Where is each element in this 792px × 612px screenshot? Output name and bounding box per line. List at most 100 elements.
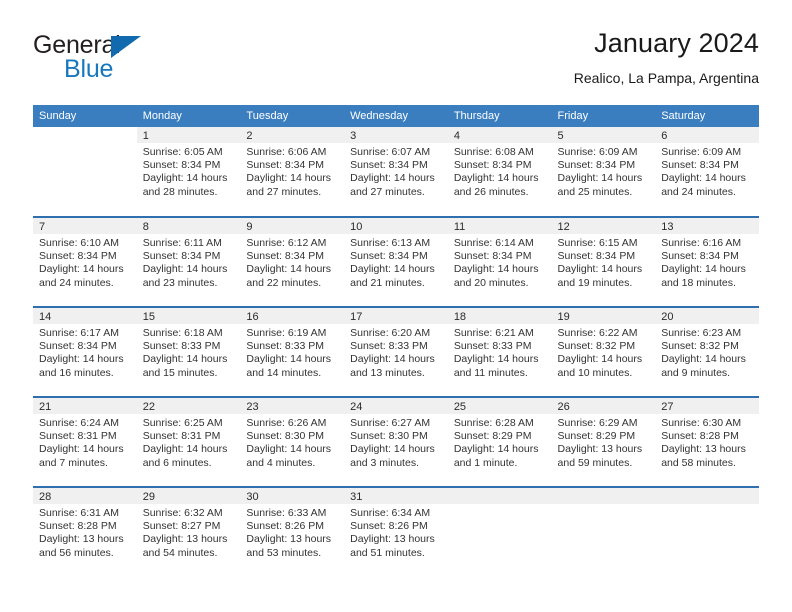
sunset-text: Sunset: 8:34 PM [453,250,532,263]
calendar-day-cell[interactable]: 8 Sunrise: 6:11 AM Sunset: 8:34 PM Daylight… [136,216,241,307]
calendar-day-cell[interactable]: 13 Sunrise: 6:16 AM Sunset: 8:34 PM Dayligh… [655,216,759,307]
daylight-text-line2: and 24 minutes. [661,185,736,198]
day-details: Sunrise: 6:31 AM Sunset: 8:28 PM Daylight:… [33,504,137,560]
calendar-day-cell[interactable]: 11 Sunrise: 6:14 AM Sunset: 8:34 PM Dayligh… [447,216,552,307]
day-number: 3 [344,127,448,143]
day-number: 26 [551,398,656,414]
brand-logo[interactable]: General Blue [33,32,263,92]
calendar-day-cell[interactable]: 24 Sunrise: 6:27 AM Sunset: 8:30 PM Dayligh… [344,396,448,487]
calendar-day-cell[interactable]: 10 Sunrise: 6:13 AM Sunset: 8:34 PM Dayligh… [344,216,448,307]
sunset-text: Sunset: 8:30 PM [246,430,325,443]
calendar-day-cell[interactable]: 2 Sunrise: 6:06 AM Sunset: 8:34 PM Daylight… [240,127,345,217]
sunrise-text: Sunrise: 6:22 AM [557,327,638,339]
daylight-text-line2: and 19 minutes. [557,276,633,289]
day-details: Sunrise: 6:20 AM Sunset: 8:33 PM Daylight:… [344,324,448,380]
sunset-text: Sunset: 8:33 PM [350,340,428,353]
calendar-day-cell[interactable]: 14 Sunrise: 6:17 AM Sunset: 8:34 PM Dayligh… [33,306,137,397]
calendar-day-cell[interactable]: 28 Sunrise: 6:31 AM Sunset: 8:28 PM Dayligh… [33,486,137,577]
calendar-day-cell[interactable]: 23 Sunrise: 6:26 AM Sunset: 8:30 PM Dayligh… [240,396,345,487]
daylight-text-line2: and 20 minutes. [453,276,529,289]
sunset-text: Sunset: 8:31 PM [39,430,117,443]
daylight-text-line1: Daylight: 14 hours [350,172,435,185]
triangle-icon [111,36,141,58]
day-details: Sunrise: 6:23 AM Sunset: 8:32 PM Daylight:… [655,324,759,380]
sunrise-text: Sunrise: 6:17 AM [39,327,119,339]
calendar-day-cell[interactable]: 3 Sunrise: 6:07 AM Sunset: 8:34 PM Daylight… [344,127,448,217]
daylight-text-line1: Daylight: 14 hours [661,353,746,366]
calendar-day-cell[interactable]: 9 Sunrise: 6:12 AM Sunset: 8:34 PM Daylight… [240,216,345,307]
sunset-text: Sunset: 8:27 PM [142,520,221,533]
sunset-text: Sunset: 8:33 PM [142,340,221,353]
sunset-text: Sunset: 8:33 PM [246,340,325,353]
daylight-text-line2: and 18 minutes. [661,276,736,289]
daylight-text-line1: Daylight: 14 hours [557,353,643,366]
calendar-day-cell[interactable]: 6 Sunrise: 6:09 AM Sunset: 8:34 PM Daylight… [655,127,759,217]
calendar-day-cell[interactable]: 29 Sunrise: 6:32 AM Sunset: 8:27 PM Dayligh… [136,486,241,577]
daylight-text-line1: Daylight: 14 hours [246,263,332,276]
daylight-text-line1: Daylight: 14 hours [246,353,332,366]
sunrise-text: Sunrise: 6:18 AM [142,327,223,339]
day-number: 15 [136,308,241,324]
day-number: 20 [655,308,759,324]
calendar-day-cell[interactable]: 30 Sunrise: 6:33 AM Sunset: 8:26 PM Dayligh… [240,486,345,577]
calendar-week-row: 1 Sunrise: 6:05 AM Sunset: 8:34 PM Daylight… [33,127,759,217]
day-number: 14 [33,308,137,324]
sunset-text: Sunset: 8:34 PM [350,250,428,263]
daylight-text-line1: Daylight: 14 hours [246,443,332,456]
calendar-day-cell[interactable]: 17 Sunrise: 6:20 AM Sunset: 8:33 PM Dayligh… [344,306,448,397]
sunset-text: Sunset: 8:34 PM [350,159,428,172]
day-number: 19 [551,308,656,324]
sunset-text: Sunset: 8:34 PM [142,250,221,263]
day-number: 29 [136,488,241,504]
day-number: 8 [136,218,241,234]
daylight-text-line2: and 58 minutes. [661,456,736,469]
day-details: Sunrise: 6:29 AM Sunset: 8:29 PM Daylight:… [552,414,656,470]
weekday-header-sunday: Sunday [33,105,137,127]
day-details: Sunrise: 6:14 AM Sunset: 8:34 PM Daylight:… [448,234,552,290]
daylight-text-line2: and 24 minutes. [39,276,114,289]
daylight-text-line2: and 7 minutes. [39,456,108,469]
day-details: Sunrise: 6:09 AM Sunset: 8:34 PM Daylight:… [655,143,759,199]
calendar-day-cell[interactable]: 18 Sunrise: 6:21 AM Sunset: 8:33 PM Dayligh… [447,306,552,397]
calendar-day-cell[interactable]: 4 Sunrise: 6:08 AM Sunset: 8:34 PM Daylight… [447,127,552,217]
calendar-day-cell[interactable]: 19 Sunrise: 6:22 AM Sunset: 8:32 PM Dayligh… [551,306,656,397]
calendar-day-cell[interactable]: 20 Sunrise: 6:23 AM Sunset: 8:32 PM Dayligh… [655,306,759,397]
brand-name-bottom: Blue [64,55,114,83]
sunrise-text: Sunrise: 6:19 AM [246,327,327,339]
daylight-text-line1: Daylight: 14 hours [39,443,124,456]
sunset-text: Sunset: 8:29 PM [453,430,532,443]
calendar-day-cell[interactable]: 26 Sunrise: 6:29 AM Sunset: 8:29 PM Dayligh… [551,396,656,487]
daylight-text-line2: and 9 minutes. [661,366,731,379]
day-number: 30 [240,488,345,504]
calendar-day-cell[interactable]: 15 Sunrise: 6:18 AM Sunset: 8:33 PM Dayligh… [136,306,241,397]
calendar-day-cell[interactable]: 7 Sunrise: 6:10 AM Sunset: 8:34 PM Daylight… [33,216,137,307]
day-details: Sunrise: 6:16 AM Sunset: 8:34 PM Daylight:… [655,234,759,290]
day-number: 9 [240,218,345,234]
sunset-text: Sunset: 8:30 PM [350,430,428,443]
calendar-day-cell[interactable]: 25 Sunrise: 6:28 AM Sunset: 8:29 PM Dayligh… [447,396,552,487]
sunset-text: Sunset: 8:32 PM [661,340,739,353]
calendar-week-row: 14 Sunrise: 6:17 AM Sunset: 8:34 PM Dayligh… [33,306,759,397]
day-details: Sunrise: 6:34 AM Sunset: 8:26 PM Daylight:… [344,504,448,560]
day-details: Sunrise: 6:17 AM Sunset: 8:34 PM Daylight:… [33,324,137,380]
daylight-text-line2: and 11 minutes. [453,366,528,379]
calendar-day-cell[interactable]: 31 Sunrise: 6:34 AM Sunset: 8:26 PM Dayligh… [344,486,448,577]
sunrise-text: Sunrise: 6:32 AM [142,507,223,519]
sunset-text: Sunset: 8:26 PM [350,520,428,533]
calendar-day-cell[interactable]: 1 Sunrise: 6:05 AM Sunset: 8:34 PM Daylight… [136,127,241,217]
calendar-day-cell[interactable]: 16 Sunrise: 6:19 AM Sunset: 8:33 PM Dayligh… [240,306,345,397]
calendar-day-cell[interactable]: 27 Sunrise: 6:30 AM Sunset: 8:28 PM Dayligh… [655,396,759,487]
weekday-header-friday: Friday [551,105,656,127]
calendar-day-cell[interactable]: 22 Sunrise: 6:25 AM Sunset: 8:31 PM Dayligh… [136,396,241,487]
calendar-day-cell[interactable]: 21 Sunrise: 6:24 AM Sunset: 8:31 PM Dayligh… [33,396,137,487]
daylight-text-line2: and 26 minutes. [453,185,529,198]
calendar-day-cell[interactable]: 12 Sunrise: 6:15 AM Sunset: 8:34 PM Dayligh… [551,216,656,307]
sunrise-text: Sunrise: 6:06 AM [246,146,327,158]
daylight-text-line2: and 27 minutes. [246,185,322,198]
daylight-text-line2: and 25 minutes. [557,185,633,198]
sunrise-text: Sunrise: 6:09 AM [661,146,742,158]
sunrise-text: Sunrise: 6:16 AM [661,237,742,249]
day-number: 25 [447,398,552,414]
weekday-header-monday: Monday [136,105,241,127]
calendar-day-cell[interactable]: 5 Sunrise: 6:09 AM Sunset: 8:34 PM Daylight… [551,127,656,217]
